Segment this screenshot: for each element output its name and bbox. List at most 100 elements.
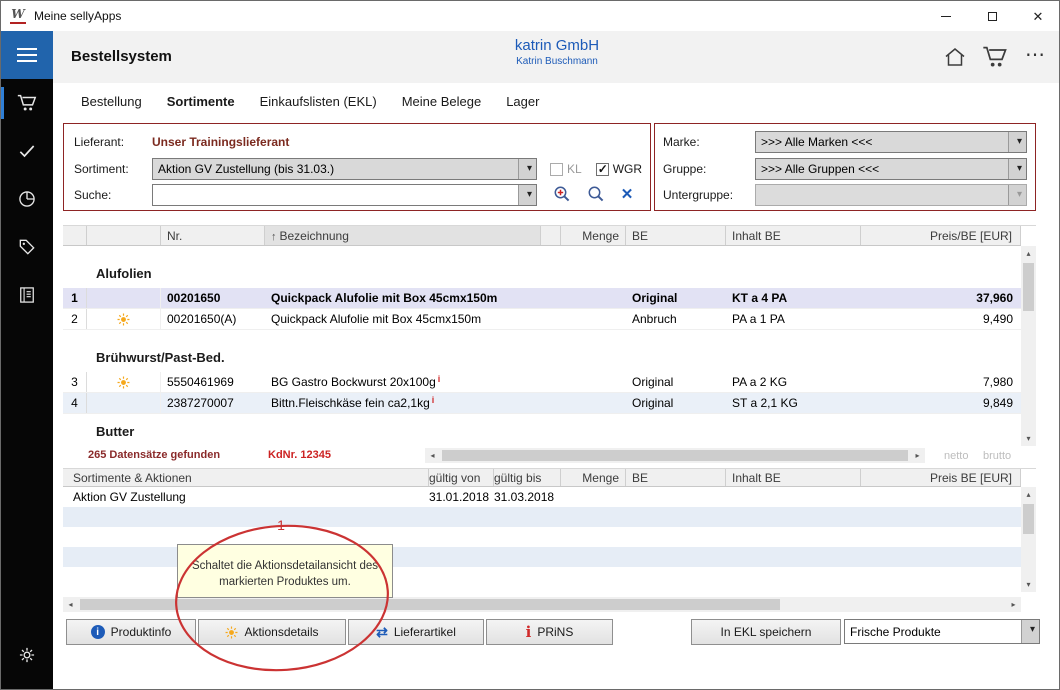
scroll-right-icon[interactable]: ▸ xyxy=(1006,597,1021,612)
cart-icon xyxy=(16,92,38,114)
info-circle-icon xyxy=(91,625,105,639)
scroll-down-icon[interactable]: ▾ xyxy=(1021,431,1036,446)
tooltip: Schaltet die Aktionsdetailansicht des ma… xyxy=(177,544,393,598)
filter-box-right: Marke: >>> Alle Marken <<< Gruppe: >>> A… xyxy=(654,123,1036,211)
scroll-thumb[interactable] xyxy=(1023,504,1034,534)
marke-select[interactable]: >>> Alle Marken <<< xyxy=(755,131,1027,153)
scroll-thumb[interactable] xyxy=(1023,263,1034,311)
sidebar-item-statistik[interactable] xyxy=(1,175,53,223)
home-button[interactable] xyxy=(943,45,967,69)
col-be[interactable]: BE xyxy=(626,469,726,486)
check-icon xyxy=(17,141,37,161)
tooltip-line1: Schaltet die Aktionsdetailansicht des xyxy=(178,558,392,574)
scroll-thumb[interactable] xyxy=(80,599,780,610)
col-gueltig-bis[interactable]: gültig bis xyxy=(494,469,561,486)
produktinfo-button[interactable]: Produktinfo xyxy=(66,619,196,645)
tab-einkaufslisten[interactable]: Einkaufslisten (EKL) xyxy=(260,94,377,109)
col-preis[interactable]: Preis/BE [EUR] xyxy=(861,226,1021,245)
col-inhalt-be[interactable]: Inhalt BE xyxy=(726,226,861,245)
gruppe-label: Gruppe: xyxy=(663,162,755,176)
search-input[interactable] xyxy=(152,184,537,206)
sidebar-item-katalog[interactable] xyxy=(1,271,53,319)
wgr-label: WGR xyxy=(613,162,642,176)
col-sortimente-aktionen[interactable]: Sortimente & Aktionen xyxy=(63,469,429,486)
tab-lager[interactable]: Lager xyxy=(506,94,539,109)
scroll-up-icon[interactable]: ▴ xyxy=(1021,246,1036,261)
col-bezeichnung[interactable]: Bezeichnung xyxy=(265,226,541,245)
col-preis-be[interactable]: Preis BE [EUR] xyxy=(861,469,1021,486)
tab-meine-belege[interactable]: Meine Belege xyxy=(402,94,482,109)
brutto-toggle[interactable]: brutto xyxy=(983,450,1011,462)
actions-table-vscrollbar[interactable]: ▴ ▾ xyxy=(1021,487,1036,592)
col-inhalt-be[interactable]: Inhalt BE xyxy=(726,469,861,486)
aktionsdetails-button[interactable]: Aktionsdetails xyxy=(198,619,346,645)
clear-search-button[interactable]: ✕ xyxy=(615,183,639,205)
table-row[interactable]: 3 5550461969 BG Gastro Bockwurst 20x100g… xyxy=(63,372,1021,393)
sidebar-item-einstellungen[interactable] xyxy=(1,631,53,679)
cart-icon xyxy=(981,43,1009,71)
price-tag-icon xyxy=(17,237,37,257)
tab-sortimente[interactable]: Sortimente xyxy=(167,94,235,109)
netto-toggle[interactable]: netto xyxy=(944,450,968,462)
sortiment-select[interactable]: Aktion GV Zustellung (bis 31.03.) xyxy=(152,158,537,180)
actions-table-header: Sortimente & Aktionen gültig von gültig … xyxy=(63,469,1021,487)
wgr-checkbox[interactable]: WGR xyxy=(596,162,642,176)
table-row[interactable]: 2 00201650(A) Quickpack Alufolie mit Box… xyxy=(63,309,1021,330)
maximize-button[interactable] xyxy=(969,1,1015,31)
advanced-search-button[interactable] xyxy=(550,183,574,205)
scroll-down-icon[interactable]: ▾ xyxy=(1021,577,1036,592)
action-sun-icon xyxy=(117,376,130,389)
group-header-butter: Butter xyxy=(63,414,1021,446)
minimize-button[interactable] xyxy=(923,1,969,31)
product-table-vscrollbar[interactable]: ▴ ▾ xyxy=(1021,246,1036,446)
close-icon: ✕ xyxy=(1033,10,1044,23)
scroll-left-icon[interactable]: ◂ xyxy=(425,448,440,463)
search-plus-icon xyxy=(552,184,572,204)
in-ekl-speichern-button[interactable]: In EKL speichern xyxy=(691,619,841,645)
actions-table-hscrollbar[interactable]: ◂ ▸ xyxy=(63,597,1021,612)
gruppe-select[interactable]: >>> Alle Gruppen <<< xyxy=(755,158,1027,180)
table-row-selected[interactable]: 1 00201650 Quickpack Alufolie mit Box 45… xyxy=(63,288,1021,309)
menu-button[interactable] xyxy=(1,31,53,79)
scroll-thumb[interactable] xyxy=(442,450,908,461)
ellipsis-icon: ⋯ xyxy=(1025,44,1045,66)
catalog-icon xyxy=(17,285,37,305)
window-title: Meine sellyApps xyxy=(34,9,121,23)
sun-icon xyxy=(225,626,238,639)
search-button[interactable] xyxy=(584,183,608,205)
swap-arrows-icon xyxy=(376,624,388,641)
sidebar-item-preise[interactable] xyxy=(1,223,53,271)
more-button[interactable]: ⋯ xyxy=(1023,42,1051,73)
prins-button[interactable]: PRiNS xyxy=(486,619,613,645)
search-icon xyxy=(586,184,606,204)
status-bar: 265 Datensätze gefunden KdNr. 12345 ◂ ▸ … xyxy=(63,446,1036,466)
gear-icon xyxy=(17,645,37,665)
action-row[interactable]: Aktion GV Zustellung 31.01.2018 31.03.20… xyxy=(63,487,1021,507)
col-menge[interactable]: Menge xyxy=(561,226,626,245)
col-gueltig-von[interactable]: gültig von xyxy=(429,469,494,486)
col-be[interactable]: BE xyxy=(626,226,726,245)
table-row[interactable]: 4 2387270007 Bittn.Fleischkäse fein ca2,… xyxy=(63,393,1021,414)
untergruppe-select xyxy=(755,184,1027,206)
kl-checkbox[interactable]: KL xyxy=(550,162,582,176)
sidebar xyxy=(1,31,53,690)
suche-label: Suche: xyxy=(74,188,152,202)
close-button[interactable]: ✕ xyxy=(1015,1,1060,31)
product-table-hscrollbar[interactable]: ◂ ▸ xyxy=(425,448,925,463)
scroll-left-icon[interactable]: ◂ xyxy=(63,597,78,612)
sidebar-item-bestaetigungen[interactable] xyxy=(1,127,53,175)
produktgruppe-select[interactable]: Frische Produkte xyxy=(844,619,1040,644)
tab-bestellung[interactable]: Bestellung xyxy=(81,94,142,109)
sidebar-item-bestellsystem[interactable] xyxy=(1,79,53,127)
info-superscript-icon: i xyxy=(438,374,441,384)
col-menge[interactable]: Menge xyxy=(561,469,626,486)
scroll-up-icon[interactable]: ▴ xyxy=(1021,487,1036,502)
scroll-right-icon[interactable]: ▸ xyxy=(910,448,925,463)
product-table-header: Nr. Bezeichnung Menge BE Inhalt BE Preis… xyxy=(63,226,1021,246)
lieferartikel-button[interactable]: Lieferartikel xyxy=(348,619,484,645)
col-nr[interactable]: Nr. xyxy=(161,226,265,245)
lieferant-label: Lieferant: xyxy=(74,135,152,149)
app-icon: W xyxy=(10,8,26,24)
record-count: 265 Datensätze gefunden xyxy=(88,449,220,461)
cart-button[interactable] xyxy=(981,43,1009,71)
